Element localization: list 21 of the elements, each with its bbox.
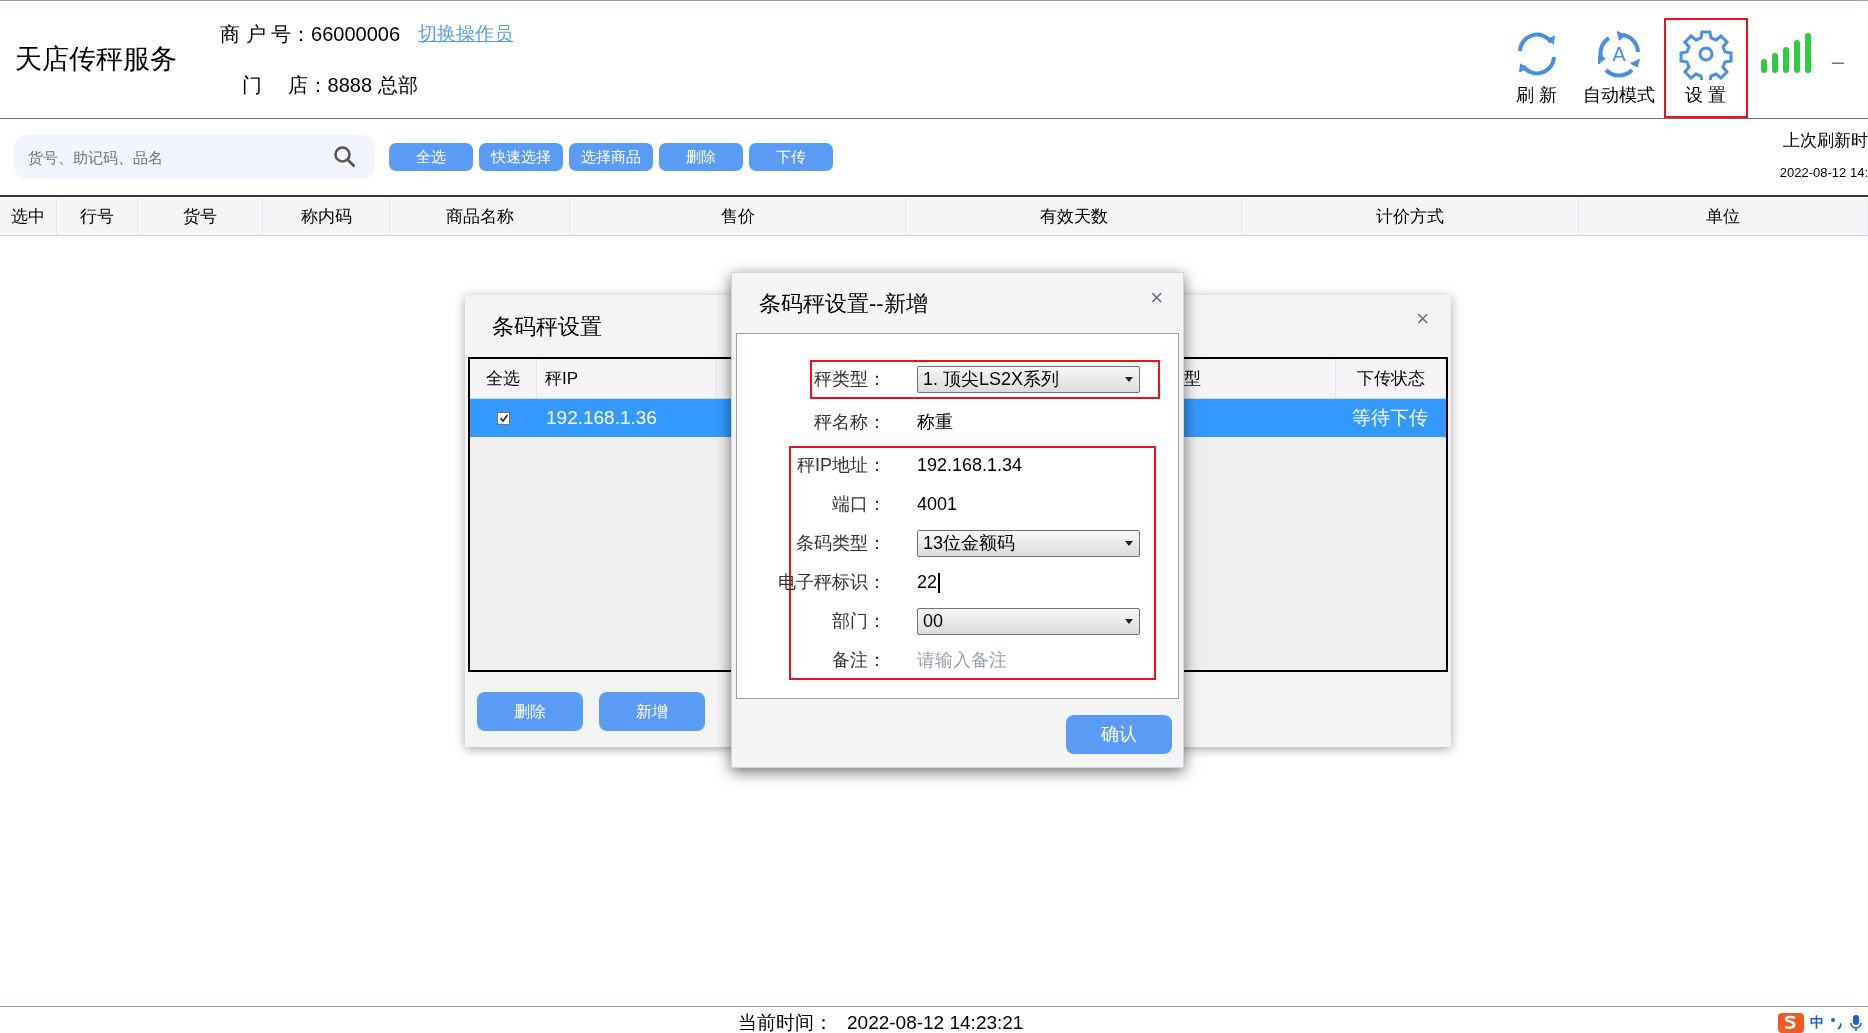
field-label: 部门： <box>831 610 886 633</box>
table-cell: 192.168.1.36 <box>546 406 657 428</box>
store-info: 门 店：8888 总部 <box>241 73 419 98</box>
field-label: 条码类型： <box>795 532 886 555</box>
app-title: 天店传秤服务 <box>15 43 178 77</box>
field-label: 端口： <box>831 493 886 516</box>
table-cell-text: 等待下传 <box>1352 405 1428 430</box>
field-label: 秤IP地址： <box>796 454 886 477</box>
field-value: 称重 <box>917 412 953 432</box>
field-value: 192.168.1.34 <box>917 455 1023 475</box>
dialog-title: 条码秤设置--新增 <box>759 289 928 318</box>
last-refresh-time: 2022-08-12 14: <box>1779 164 1868 182</box>
field-value: 4001 <box>917 494 958 514</box>
field-label: 秤类型： <box>813 368 886 391</box>
current-time-label: 当前时间： <box>738 1011 833 1033</box>
current-time-value: 2022-08-12 14:23:21 <box>847 1011 1024 1033</box>
field-label: 秤名称： <box>813 411 886 434</box>
field-label: 备注： <box>831 649 886 672</box>
merchant-number: 商 户 号：66000006 <box>220 22 401 47</box>
last-refresh-label: 上次刷新时 <box>1783 129 1868 152</box>
dialog-title: 条码秤设置 <box>492 312 602 341</box>
